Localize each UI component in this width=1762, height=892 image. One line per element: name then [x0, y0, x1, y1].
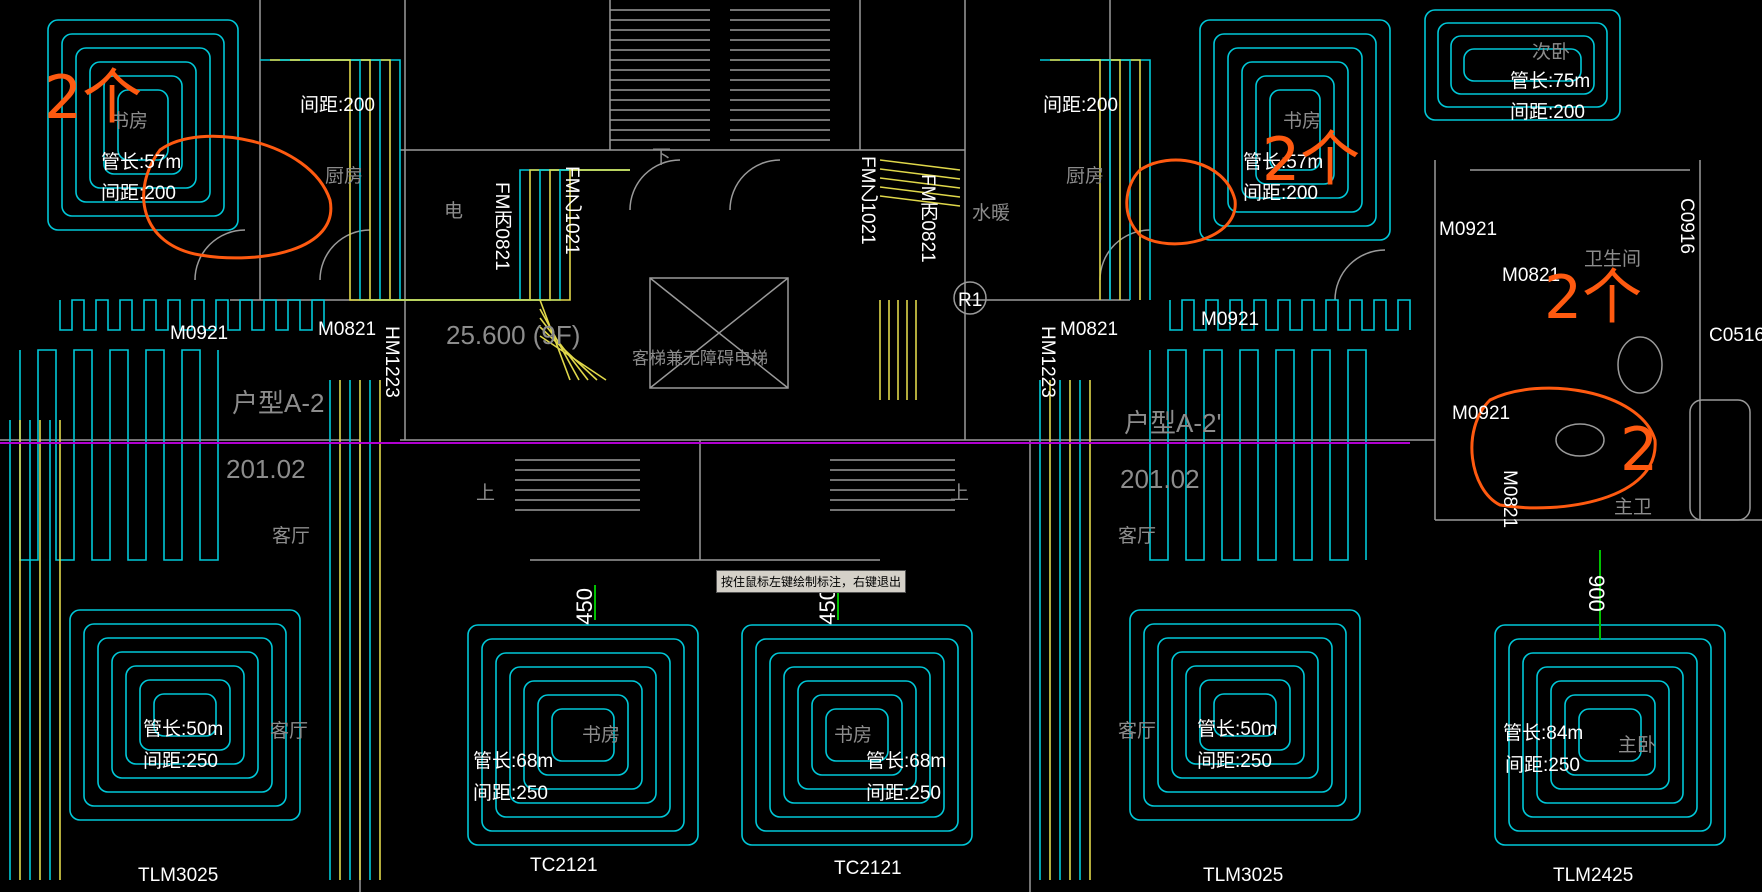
pipe-spacing-label: 间距:200 [300, 95, 375, 116]
window-tag: C0516 [1709, 325, 1762, 346]
window-tag-vertical: C0916 [1676, 198, 1697, 254]
dimension-label: 450 [815, 588, 840, 625]
markup-note: 2个 [44, 63, 143, 133]
pipe-length-label: 管长:50m [143, 719, 224, 740]
unit-number-label: 201.02 [1120, 464, 1200, 494]
pipe-length-label: 管长:68m [473, 751, 554, 772]
door-tag: M0921 [1452, 403, 1511, 424]
pipe-spacing-label: 间距:250 [473, 783, 548, 804]
room-name-living: 客厅 [1118, 721, 1157, 742]
pipe-spacing-label: 间距:250 [866, 783, 941, 804]
room-name-kitchen: 厨房 [1066, 166, 1105, 187]
stair-down-label: 下 [652, 147, 672, 168]
room-name-bedroom: 主卧 [1618, 735, 1657, 756]
elevator-label: 客梯兼无障碍电梯 [632, 349, 768, 368]
door-tag-vertical: M0821 [1499, 470, 1520, 529]
markup-note: 2个 [1544, 263, 1643, 333]
pipe-length-label: 管长:68m [866, 751, 947, 772]
pipe-length-label: 管长:84m [1503, 723, 1584, 744]
riser-label: R1 [958, 290, 983, 311]
stair-up-label: 上 [476, 483, 496, 504]
window-tag: TC2121 [834, 858, 902, 879]
door-tag-vertical: FM丙0821 [917, 174, 938, 263]
door-tag: M0921 [170, 323, 229, 344]
pipe-spacing-label: 间距:200 [1510, 102, 1585, 123]
room-name-bedroom: 次卧 [1532, 42, 1571, 63]
pipe-spacing-label: 间距:250 [1197, 751, 1272, 772]
unit-type-label: 户型A-2' [1124, 408, 1222, 438]
markup-note: 2 [1620, 415, 1659, 485]
window-tag: TLM3025 [1203, 865, 1284, 886]
pipe-spacing-label: 间距:250 [143, 751, 218, 772]
pipe-length-label: 管长:75m [1510, 71, 1591, 92]
door-tag: M0921 [1439, 219, 1498, 240]
door-tag: M0921 [1201, 309, 1260, 330]
unit-type-label: 户型A-2 [232, 388, 325, 418]
door-tag: M0821 [318, 319, 377, 340]
markup-note: 2个 [1262, 125, 1361, 195]
room-name-kitchen: 厨房 [325, 166, 364, 187]
stair-up-label: 上 [950, 483, 970, 504]
dimension-label: 900 [1584, 575, 1609, 612]
room-name-study: 书房 [582, 725, 621, 746]
pipe-length-label: 管长:57m [101, 152, 182, 173]
door-tag-vertical: HM1223 [381, 326, 402, 398]
room-name-electric: 电 [444, 201, 464, 222]
window-tag: TLM2425 [1553, 865, 1634, 886]
status-tooltip: 按住鼠标左键绘制标注，右键退出 [716, 570, 907, 593]
door-tag: M0821 [1060, 319, 1119, 340]
unit-number-label: 201.02 [226, 454, 306, 484]
dimension-label: 450 [572, 588, 597, 625]
door-tag-vertical: FM乙1021 [857, 156, 878, 245]
door-tag-vertical: HM1223 [1037, 326, 1058, 398]
room-name-living: 客厅 [272, 526, 311, 547]
pipe-spacing-label: 间距:250 [1505, 755, 1580, 776]
door-tag-vertical: FM乙1021 [561, 166, 582, 255]
room-name-heating: 水暖 [972, 203, 1011, 224]
window-tag: TC2121 [530, 855, 598, 876]
pipe-spacing-label: 间距:200 [101, 183, 176, 204]
level-label: 25.600 (9F) [446, 320, 581, 350]
door-tag-vertical: FM丙0821 [491, 182, 512, 271]
window-tag: TLM3025 [138, 865, 219, 886]
pipe-spacing-label: 间距:200 [1043, 95, 1118, 116]
room-name-study: 书房 [834, 725, 873, 746]
room-name-living: 客厅 [1118, 526, 1157, 547]
pipe-length-label: 管长:50m [1197, 719, 1278, 740]
room-name-bathroom: 主卫 [1614, 497, 1653, 518]
room-name-living: 客厅 [270, 721, 309, 742]
